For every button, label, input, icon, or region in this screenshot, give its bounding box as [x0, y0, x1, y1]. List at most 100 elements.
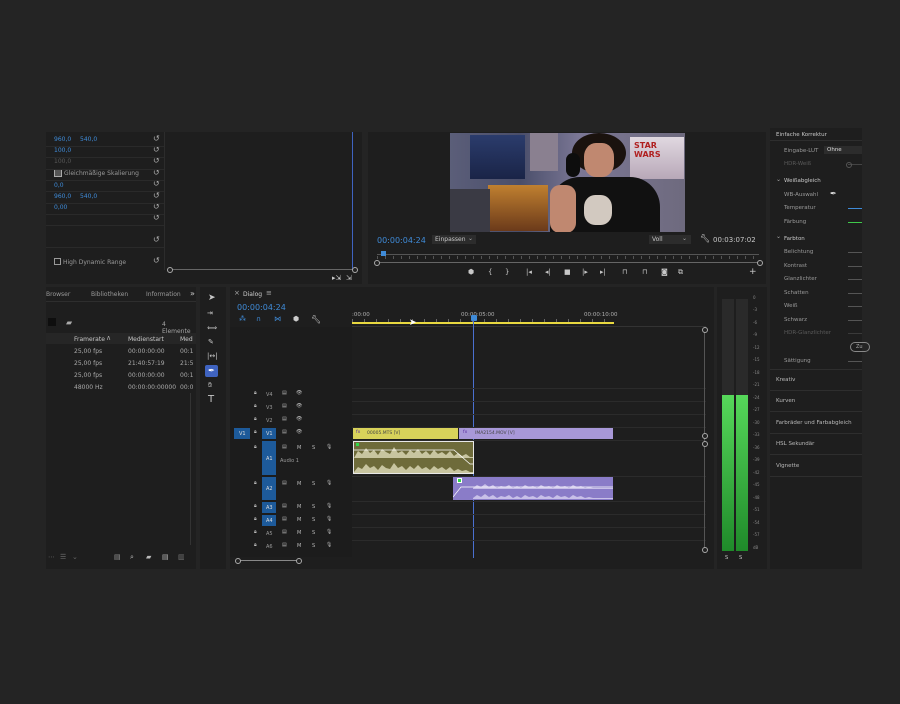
timeline-menu-icon[interactable]: ≡: [266, 289, 272, 297]
table-row[interactable]: 25,00 fps 00:00:00:00 00:1: [46, 346, 196, 358]
eye-icon[interactable]: 👁︎: [296, 403, 302, 409]
zoom-handle-left[interactable]: [374, 260, 380, 266]
folder-icon[interactable]: ▰: [66, 318, 72, 327]
add-marker-icon[interactable]: ⬢: [293, 315, 299, 323]
monitor-zoom-bar[interactable]: [377, 262, 759, 263]
tab-libraries[interactable]: Bibliotheken: [91, 291, 128, 298]
video-clip-00005[interactable]: fx 00005.MTS [V]: [353, 428, 458, 439]
effect-scrollbar[interactable]: [170, 269, 356, 270]
ripple-edit-tool-icon[interactable]: ⟺: [207, 325, 217, 332]
sync-icon[interactable]: ▤: [282, 429, 287, 435]
lock-icon[interactable]: 🔒︎: [254, 542, 257, 548]
video-track-v2[interactable]: 🔒︎ V2 ▤ 👁︎: [230, 414, 352, 427]
auto-button[interactable]: Zu: [850, 342, 870, 352]
microphone-icon[interactable]: 🎙︎: [326, 529, 332, 535]
mute-button[interactable]: M: [297, 445, 301, 451]
mark-out-icon[interactable]: }: [505, 269, 509, 276]
section-vignette[interactable]: Vignette: [776, 463, 799, 469]
section-color-wheels[interactable]: Farbräder und Farbabgleich: [776, 420, 852, 426]
audio-track-a3[interactable]: 🔒︎ A3 ▤ M S 🎙︎: [230, 501, 352, 514]
selection-tool-icon[interactable]: ➤: [208, 294, 216, 303]
pen-tool-icon[interactable]: ✒: [205, 365, 218, 377]
list-view-icon[interactable]: ☰: [60, 553, 66, 561]
vscroll-handle[interactable]: [702, 547, 708, 553]
video-track-v1[interactable]: V1 🔒︎ V1 ▤ 👁︎: [230, 427, 352, 440]
sync-icon[interactable]: ▤: [282, 480, 287, 486]
timeline-hscroll[interactable]: [238, 560, 298, 561]
timeline-playhead-head[interactable]: [471, 315, 477, 321]
zoom-handle-right[interactable]: [757, 260, 763, 266]
monitor-playhead[interactable]: [381, 251, 386, 256]
eyedropper-icon[interactable]: ✒: [830, 189, 837, 198]
project-scrollbar[interactable]: [190, 393, 191, 545]
search-icon[interactable]: ⌕: [130, 553, 134, 562]
chevron-down-icon[interactable]: ⌄: [776, 176, 781, 183]
wrench-icon[interactable]: 🔧︎: [700, 234, 710, 243]
saturation-slider[interactable]: [848, 361, 862, 362]
new-item-icon[interactable]: ▤: [162, 553, 169, 561]
tab-dialog[interactable]: Dialog: [243, 291, 262, 298]
video-track-v4[interactable]: 🔒︎ V4 ▤ 👁︎: [230, 388, 352, 401]
work-area-bar[interactable]: [352, 322, 614, 324]
hand-tool-icon[interactable]: ✋︎: [208, 382, 212, 389]
eye-icon[interactable]: 👁︎: [296, 390, 302, 396]
column-media-start[interactable]: Medienstart: [128, 336, 164, 343]
solo-button[interactable]: S: [312, 517, 315, 523]
chevron-down-icon[interactable]: ⌄: [776, 233, 781, 240]
sync-icon[interactable]: ▤: [282, 542, 287, 548]
solo-button[interactable]: S: [312, 445, 315, 451]
lock-icon[interactable]: 🔒︎: [254, 480, 257, 486]
camera-icon[interactable]: ◙: [661, 269, 668, 276]
lock-icon[interactable]: 🔒︎: [254, 529, 257, 535]
timeline-close-icon[interactable]: ×: [234, 289, 240, 297]
timeline-vscroll[interactable]: [704, 330, 705, 550]
audio-clip-a1[interactable]: [353, 441, 474, 474]
sort-ascending-icon[interactable]: ∧: [106, 334, 111, 342]
razor-tool-icon[interactable]: ✎: [208, 339, 214, 346]
mute-button[interactable]: M: [297, 530, 301, 536]
basic-correction-header[interactable]: Einfache Korrektur: [776, 132, 827, 138]
lock-icon[interactable]: 🔒︎: [254, 503, 257, 509]
lock-icon[interactable]: 🔒︎: [254, 390, 257, 396]
keyframe[interactable]: [457, 478, 462, 483]
solo-button[interactable]: S: [312, 543, 315, 549]
sync-icon[interactable]: ▤: [282, 390, 287, 396]
add-button-icon[interactable]: +: [749, 268, 757, 277]
sort-icon[interactable]: ⌄: [72, 553, 78, 561]
sync-icon[interactable]: ▤: [282, 403, 287, 409]
mute-button[interactable]: M: [297, 481, 301, 487]
video-clip-ima2154[interactable]: fx IMA2154.MOV [V]: [459, 428, 613, 439]
keyframe[interactable]: [356, 443, 359, 446]
snap-icon[interactable]: ∩: [256, 315, 261, 323]
nest-icon[interactable]: ⁂: [239, 315, 246, 323]
step-forward-icon[interactable]: |▸: [582, 269, 588, 276]
temperature-slider[interactable]: [848, 208, 862, 209]
exposure-slider[interactable]: [848, 252, 862, 253]
type-tool-icon[interactable]: T: [208, 395, 214, 405]
linked-selection-icon[interactable]: ⋈: [274, 315, 281, 323]
trash-icon[interactable]: ▥: [178, 553, 185, 561]
solo-right-button[interactable]: S: [739, 555, 742, 561]
white-balance-heading[interactable]: Weißabgleich: [784, 178, 821, 184]
timeline-settings-icon[interactable]: 🔧︎: [311, 315, 321, 324]
section-creative[interactable]: Kreativ: [776, 377, 795, 383]
marker-icon[interactable]: ⬢: [468, 269, 474, 276]
tab-browser[interactable]: Browser: [46, 291, 70, 298]
highlights-slider[interactable]: [848, 279, 862, 280]
mute-button[interactable]: M: [297, 517, 301, 523]
column-framerate[interactable]: Framerate: [74, 336, 105, 343]
microphone-icon[interactable]: 🎙︎: [326, 480, 332, 486]
input-lut-dropdown[interactable]: Ohne: [824, 146, 862, 154]
more-tabs-icon[interactable]: »: [190, 289, 195, 298]
shadows-slider[interactable]: [848, 293, 862, 294]
lock-icon[interactable]: 🔒︎: [254, 429, 257, 435]
slip-tool-icon[interactable]: |↔|: [207, 353, 218, 360]
export-frame-icon[interactable]: ▸⇲: [332, 274, 341, 282]
microphone-icon[interactable]: 🎙︎: [326, 444, 332, 450]
whites-slider[interactable]: [848, 306, 862, 307]
audio-track-a4[interactable]: 🔒︎ A4 ▤ M S 🎙︎: [230, 514, 352, 527]
lock-icon[interactable]: 🔒︎: [254, 403, 257, 409]
playhead-timecode[interactable]: 00:00:04:24: [377, 236, 426, 245]
audio-track-a2[interactable]: 🔒︎ A2 ▤ M S 🎙︎: [230, 476, 352, 501]
solo-button[interactable]: S: [312, 481, 315, 487]
